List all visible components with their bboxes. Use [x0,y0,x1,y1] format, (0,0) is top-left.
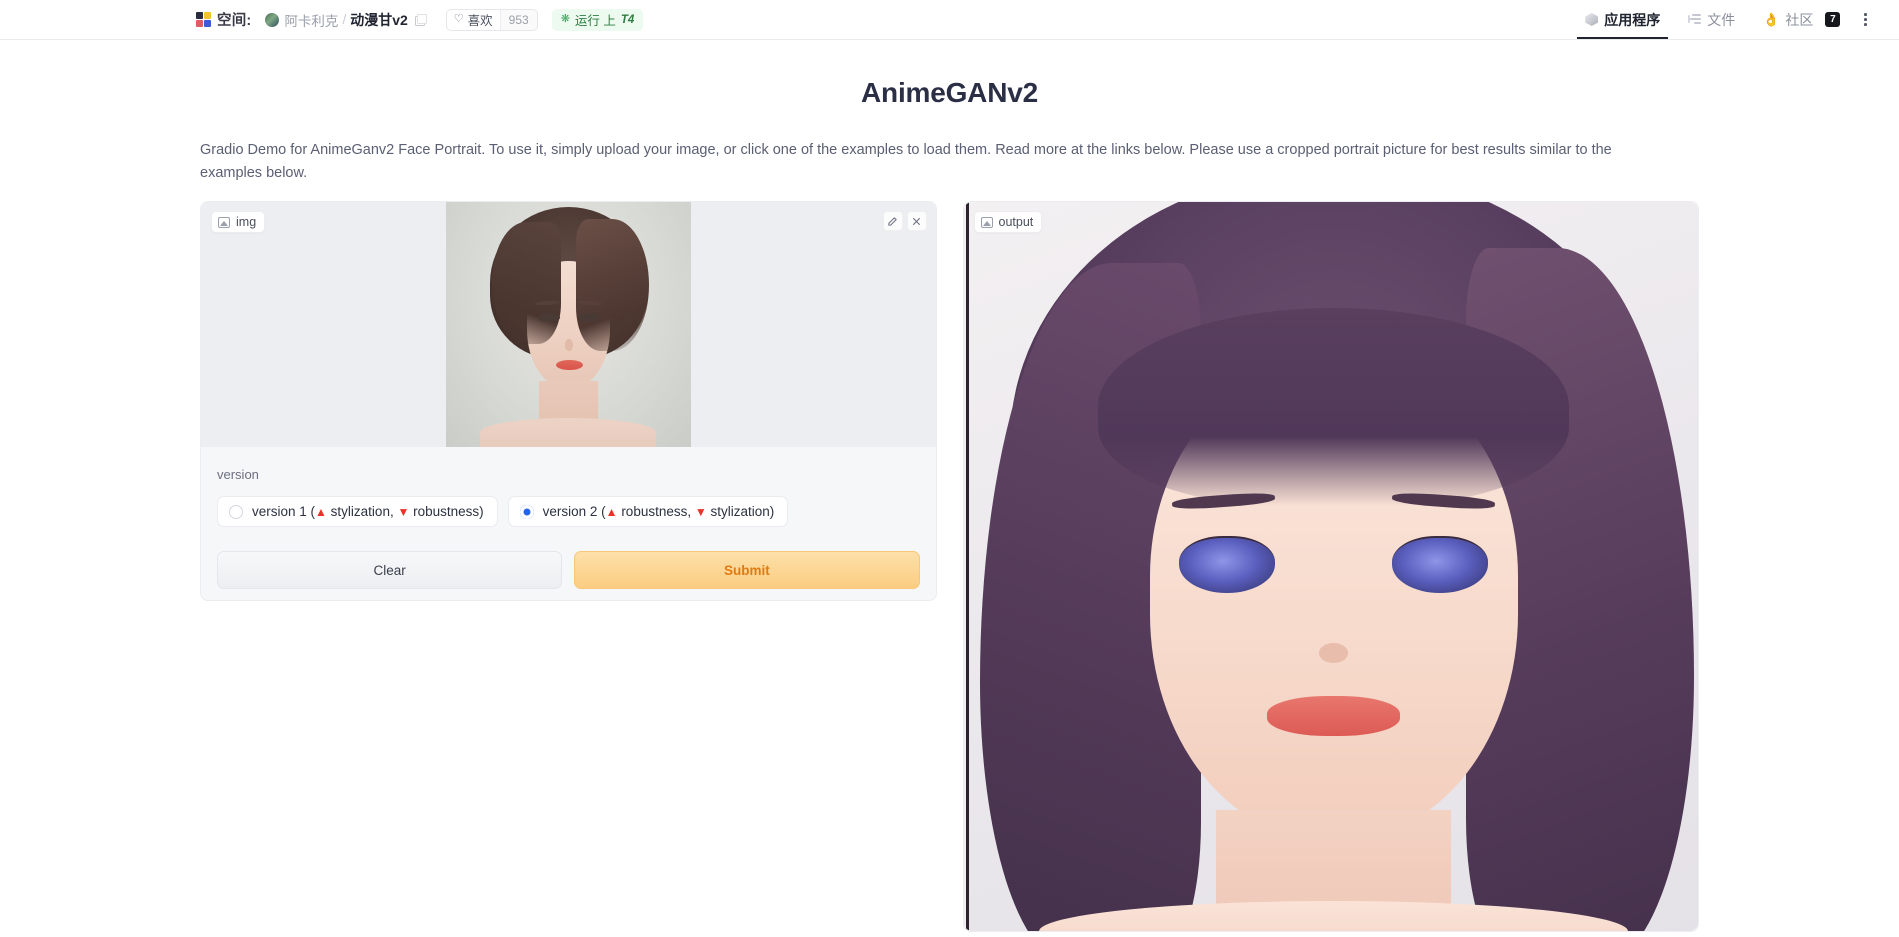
runtime-status-badge[interactable]: ❋ 运行 上 T4 [551,8,644,31]
version-radio-group: version 1 (▲ stylization, ▼ robustness) … [217,496,920,527]
radio-indicator[interactable] [519,504,534,519]
version-label: version [217,467,259,482]
image-icon [980,216,993,228]
v2-prefix: version 2 ( [542,504,606,519]
pencil-icon [888,216,897,226]
top-header-bar: 空间: 阿卡利克 / 动漫甘v2 ♡ 喜欢 953 ❋ 运行 上 T4 应用程序… [0,0,1899,40]
triangle-down-icon: ▼ [397,505,410,519]
triangle-up-icon: ▲ [315,505,327,519]
app-body: AnimeGANv2 Gradio Demo for AnimeGanv2 Fa… [0,40,1899,937]
tab-apps[interactable]: 应用程序 [1571,0,1674,39]
files-icon [1688,14,1702,25]
radio-label-version-1: version 1 (▲ stylization, ▼ robustness) [252,504,484,519]
running-indicator-icon: ❋ [560,13,570,25]
gradio-panels: img version version 1 (▲ stylization, ▼ … [0,201,1899,932]
owner-avatar [265,12,280,27]
tab-community[interactable]: 👌 社区 7 [1749,0,1854,39]
image-action-buttons [882,211,927,231]
input-label-text: img [236,215,257,229]
community-count-badge: 7 [1825,12,1841,27]
input-image-preview [201,202,936,447]
status-hardware: T4 [620,13,635,26]
radio-indicator[interactable] [229,504,243,519]
tab-files-label: 文件 [1707,11,1736,28]
edit-image-button[interactable] [882,211,903,231]
version-selector: version version 1 (▲ stylization, ▼ robu… [201,447,936,527]
input-portrait-photo [445,202,691,447]
output-anime-image [965,202,1698,931]
radio-label-version-2: version 2 (▲ robustness, ▼ stylization) [543,504,775,519]
output-label-text: output [998,215,1034,229]
radio-option-version-2[interactable]: version 2 (▲ robustness, ▼ stylization) [507,496,789,527]
overflow-menu-button[interactable] [1854,0,1877,39]
like-button[interactable]: ♡ 喜欢 [447,10,500,30]
triangle-down-icon: ▼ [694,505,707,519]
cube-icon [1585,13,1599,26]
header-left-group: 空间: 阿卡利克 / 动漫甘v2 ♡ 喜欢 953 ❋ 运行 上 T4 [196,0,644,39]
tab-files[interactable]: 文件 [1674,0,1749,39]
v2-suffix: stylization) [706,504,775,519]
radio-option-version-1[interactable]: version 1 (▲ stylization, ▼ robustness) [217,496,498,527]
input-image-label: img [211,211,266,233]
input-image-box[interactable]: img [201,202,936,447]
output-panel: output [962,201,1699,932]
copy-icon[interactable] [414,14,428,26]
status-text: 运行 上 [574,14,616,28]
like-count: 953 [499,9,537,30]
spaces-label[interactable]: 空间: [217,9,251,30]
v2-mid: robustness, [617,504,695,519]
tab-community-label: 社区 [1785,11,1814,28]
breadcrumb-separator: / [342,12,347,27]
action-button-row: Clear Submit [201,527,936,605]
like-pill: ♡ 喜欢 953 [445,8,538,31]
v1-prefix: version 1 ( [252,504,316,519]
hand-icon: 👌 [1763,12,1780,27]
input-panel: img version version 1 (▲ stylization, ▼ … [200,201,937,601]
page-description: Gradio Demo for AnimeGanv2 Face Portrait… [200,142,1612,181]
output-image-label: output [973,211,1043,233]
heart-icon: ♡ [453,13,464,25]
submit-button[interactable]: Submit [574,551,920,589]
v1-mid: stylization, [326,504,398,519]
kebab-menu-icon [1864,13,1867,26]
like-label: 喜欢 [467,14,493,28]
tab-apps-label: 应用程序 [1604,11,1661,28]
v1-suffix: robustness) [409,504,484,519]
spaces-grid-icon [196,12,211,27]
page-title: AnimeGANv2 [861,77,1038,108]
image-icon [218,216,230,228]
clear-image-button[interactable] [906,211,927,231]
space-owner-link[interactable]: 阿卡利克 [284,10,338,30]
header-right-nav: 应用程序 文件 👌 社区 7 [1571,0,1877,39]
clear-button[interactable]: Clear [217,551,563,589]
space-name-link[interactable]: 动漫甘v2 [350,10,408,30]
triangle-up-icon: ▲ [605,505,618,519]
close-icon [912,217,921,225]
output-image-box[interactable] [963,202,1698,931]
